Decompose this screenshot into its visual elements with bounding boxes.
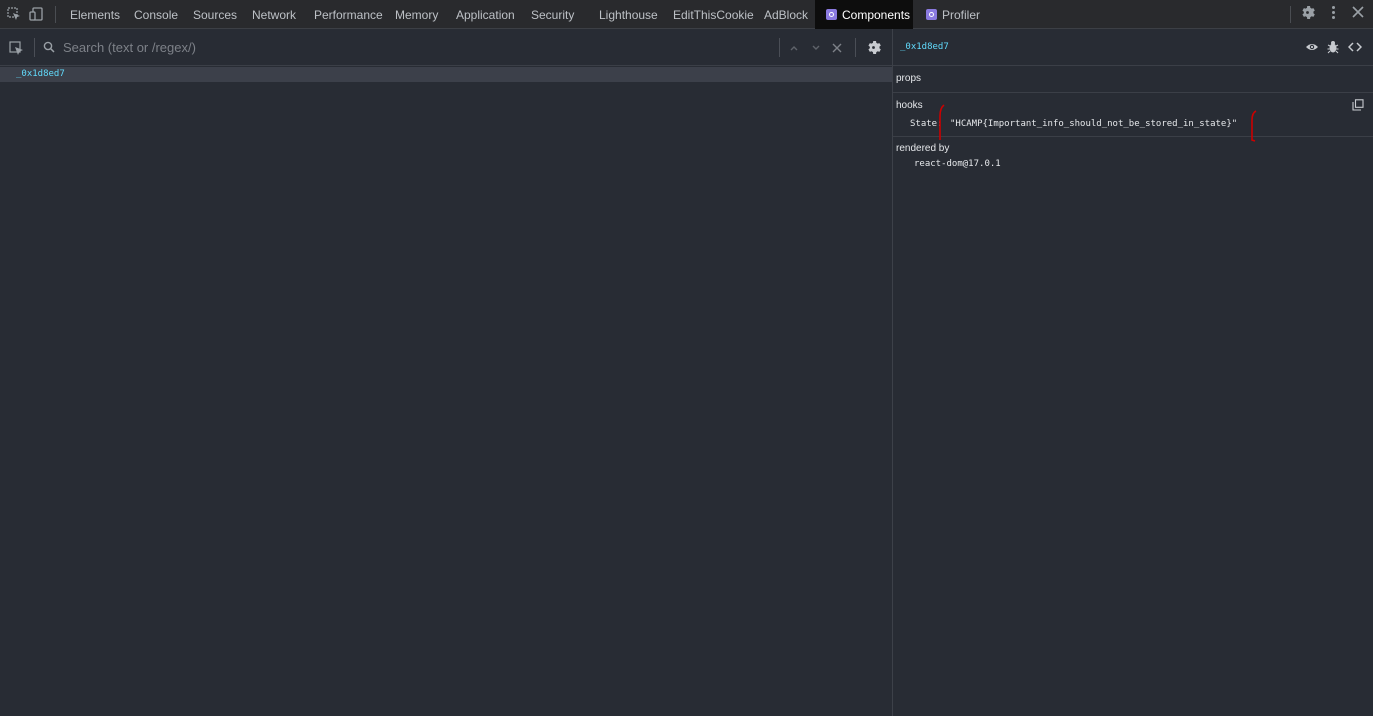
tab-lighthouse[interactable]: Lighthouse <box>599 0 658 29</box>
tab-profiler-label: Profiler <box>942 8 981 22</box>
hook-state-value[interactable]: "HCAMP{Important_info_should_not_be_stor… <box>950 119 1237 129</box>
tab-elements[interactable]: Elements <box>70 0 120 29</box>
hooks-section: hooks <box>893 93 1373 137</box>
search-divider <box>34 38 35 57</box>
tab-console[interactable]: Console <box>134 0 178 29</box>
tree-row-selected[interactable]: _0x1d8ed7 <box>0 67 892 82</box>
tab-profiler[interactable]: Profiler <box>926 0 980 29</box>
component-tree-panel: _0x1d8ed7 <box>0 29 892 716</box>
toolbar-divider <box>1290 6 1291 23</box>
settings-gear-icon[interactable] <box>866 40 881 58</box>
copy-icon[interactable] <box>1352 99 1364 114</box>
search-divider <box>855 38 856 57</box>
tab-sources[interactable]: Sources <box>193 0 237 29</box>
component-inspector-panel: _0x1d8ed7 props hooks State: "HCAMP{Impo… <box>893 29 1373 716</box>
more-options-icon[interactable] <box>1326 5 1341 24</box>
props-section: props <box>893 66 1373 93</box>
search-divider <box>779 38 780 57</box>
inspector-header: _0x1d8ed7 <box>893 29 1373 66</box>
tab-components-label: Components <box>842 8 911 22</box>
devtools-tab-bar: Elements Console Sources Network Perform… <box>0 0 1373 29</box>
tab-memory[interactable]: Memory <box>395 0 438 29</box>
tab-performance[interactable]: Performance <box>314 0 383 29</box>
settings-gear-icon[interactable] <box>1300 5 1315 24</box>
inspected-component-name: _0x1d8ed7 <box>900 42 949 52</box>
close-icon[interactable] <box>1351 5 1365 23</box>
inspect-element-icon[interactable] <box>6 6 22 22</box>
tab-adblock[interactable]: AdBlock <box>764 0 808 29</box>
tab-network[interactable]: Network <box>252 0 296 29</box>
chevron-up-icon[interactable] <box>789 42 799 56</box>
tab-security[interactable]: Security <box>531 0 574 29</box>
search-input[interactable] <box>63 38 763 56</box>
annotation-mark <box>1251 110 1257 142</box>
tab-application[interactable]: Application <box>456 0 515 29</box>
chevron-down-icon[interactable] <box>811 42 821 56</box>
annotation-mark <box>939 104 945 140</box>
props-label: props <box>896 73 922 84</box>
toolbar-divider <box>55 6 56 23</box>
select-element-icon[interactable] <box>9 41 24 59</box>
tab-editthiscookie[interactable]: EditThisCookie <box>673 0 754 29</box>
component-name: _0x1d8ed7 <box>16 69 65 79</box>
eye-icon[interactable] <box>1305 40 1319 57</box>
renderer-name: react-dom@17.0.1 <box>914 159 1001 169</box>
search-icon <box>43 41 55 56</box>
clear-search-icon[interactable] <box>832 42 842 56</box>
react-icon <box>826 9 837 20</box>
rendered-by-label: rendered by <box>896 143 950 154</box>
device-toolbar-icon[interactable] <box>28 6 44 22</box>
component-search-bar <box>0 29 892 66</box>
react-icon <box>926 9 937 20</box>
bug-icon[interactable] <box>1327 40 1339 57</box>
view-source-icon[interactable] <box>1347 40 1363 57</box>
hooks-label: hooks <box>896 100 923 111</box>
tab-components[interactable]: Components <box>815 0 913 29</box>
